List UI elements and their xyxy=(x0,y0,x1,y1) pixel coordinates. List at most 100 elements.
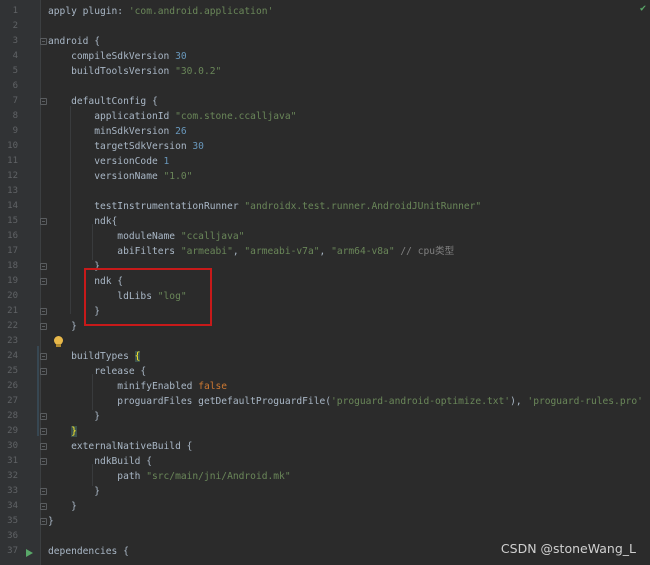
code-token: "androidx.test.runner.AndroidJUnitRunner… xyxy=(244,201,482,212)
code-text: } xyxy=(48,499,77,514)
fold-marker-icon[interactable] xyxy=(40,428,47,435)
lightbulb-icon[interactable] xyxy=(54,336,63,347)
code-text: } xyxy=(48,319,77,334)
fold-marker-icon[interactable] xyxy=(40,98,47,105)
fold-marker-icon[interactable] xyxy=(40,218,47,225)
code-line[interactable]: 6 xyxy=(0,79,650,94)
fold-marker-icon[interactable] xyxy=(40,413,47,420)
code-text: buildTypes { xyxy=(48,349,141,364)
code-token: release { xyxy=(48,366,147,377)
code-line[interactable]: 29 } xyxy=(0,424,650,439)
code-line[interactable]: 9 minSdkVersion 26 xyxy=(0,124,650,139)
code-text: ndk{ xyxy=(48,214,117,229)
line-number: 20 xyxy=(7,291,18,301)
code-line[interactable]: 5 buildToolsVersion "30.0.2" xyxy=(0,64,650,79)
code-token: } xyxy=(71,426,77,437)
line-number: 22 xyxy=(7,321,18,331)
code-token: 30 xyxy=(175,51,187,62)
code-token: buildToolsVersion xyxy=(48,66,176,77)
line-number: 32 xyxy=(7,471,18,481)
code-line[interactable]: 2 xyxy=(0,19,650,34)
code-token: moduleName xyxy=(48,231,181,242)
code-line[interactable]: 3 android { xyxy=(0,34,650,49)
code-line[interactable]: 1 apply plugin: 'com.android.application' xyxy=(0,4,650,19)
code-line[interactable]: 15 ndk{ xyxy=(0,214,650,229)
code-token: "armeabi" xyxy=(180,246,233,257)
fold-marker-icon[interactable] xyxy=(40,323,47,330)
run-gutter-icon[interactable] xyxy=(26,549,33,557)
code-line[interactable]: 8 applicationId "com.stone.ccalljava" xyxy=(0,109,650,124)
inspection-ok-icon[interactable]: ✔ xyxy=(640,4,646,14)
line-number: 3 xyxy=(12,36,18,46)
code-text: apply plugin: 'com.android.application' xyxy=(48,4,273,19)
line-number: 18 xyxy=(7,261,18,271)
fold-marker-icon[interactable] xyxy=(40,263,47,270)
code-token: } xyxy=(48,486,100,497)
code-text: } xyxy=(48,409,100,424)
code-line[interactable]: 30 externalNativeBuild { xyxy=(0,439,650,454)
code-token: } xyxy=(48,321,77,332)
code-text: ndkBuild { xyxy=(48,454,152,469)
code-line[interactable]: 24 buildTypes { xyxy=(0,349,650,364)
fold-marker-icon[interactable] xyxy=(40,38,47,45)
fold-marker-icon[interactable] xyxy=(40,353,47,360)
code-text: abiFilters "armeabi", "armeabi-v7a", "ar… xyxy=(48,244,454,259)
code-token: proguardFiles getDefaultProguardFile( xyxy=(48,396,332,407)
line-number: 9 xyxy=(12,126,18,136)
code-text: dependencies { xyxy=(48,544,129,559)
code-line[interactable]: 35} xyxy=(0,514,650,529)
code-line[interactable]: 28 } xyxy=(0,409,650,424)
code-editor[interactable]: 1 apply plugin: 'com.android.application'… xyxy=(0,0,650,565)
code-line[interactable]: 33 } xyxy=(0,484,650,499)
line-number: 28 xyxy=(7,411,18,421)
fold-marker-icon[interactable] xyxy=(40,308,47,315)
code-line[interactable]: 31 ndkBuild { xyxy=(0,454,650,469)
code-line[interactable]: 13 xyxy=(0,184,650,199)
code-token: versionCode xyxy=(48,156,164,167)
fold-marker-icon[interactable] xyxy=(40,518,47,525)
code-line[interactable]: 11 versionCode 1 xyxy=(0,154,650,169)
code-token: "com.stone.ccalljava" xyxy=(175,111,297,122)
fold-marker-icon[interactable] xyxy=(40,443,47,450)
code-line[interactable]: 14 testInstrumentationRunner "androidx.t… xyxy=(0,199,650,214)
code-token: ), xyxy=(510,396,528,407)
code-text: proguardFiles getDefaultProguardFile('pr… xyxy=(48,394,643,409)
code-text: } xyxy=(48,484,100,499)
line-number: 12 xyxy=(7,171,18,181)
fold-marker-icon[interactable] xyxy=(40,503,47,510)
code-line[interactable]: 23 xyxy=(0,334,650,349)
code-text: moduleName "ccalljava" xyxy=(48,229,244,244)
fold-marker-icon[interactable] xyxy=(40,278,47,285)
line-number: 34 xyxy=(7,501,18,511)
code-token: apply xyxy=(48,6,83,17)
code-text: versionName "1.0" xyxy=(48,169,192,184)
code-line[interactable]: 7 defaultConfig { xyxy=(0,94,650,109)
code-line[interactable]: 10 targetSdkVersion 30 xyxy=(0,139,650,154)
code-line[interactable]: 4 compileSdkVersion 30 xyxy=(0,49,650,64)
code-text: android { xyxy=(48,34,100,49)
code-token: versionName xyxy=(48,171,164,182)
code-line[interactable]: 34 } xyxy=(0,499,650,514)
fold-marker-icon[interactable] xyxy=(40,488,47,495)
code-line[interactable]: 25 release { xyxy=(0,364,650,379)
fold-marker-icon[interactable] xyxy=(40,458,47,465)
fold-marker-icon[interactable] xyxy=(40,368,47,375)
code-token: 30 xyxy=(192,141,204,152)
code-text: compileSdkVersion 30 xyxy=(48,49,187,64)
code-line[interactable]: 32 path "src/main/jni/Android.mk" xyxy=(0,469,650,484)
line-number: 16 xyxy=(7,231,18,241)
code-line[interactable]: 27 proguardFiles getDefaultProguardFile(… xyxy=(0,394,650,409)
line-number: 14 xyxy=(7,201,18,211)
annotation-highlight-box xyxy=(84,268,212,326)
code-token: android { xyxy=(48,36,100,47)
line-number: 15 xyxy=(7,216,18,226)
code-line[interactable]: 26 minifyEnabled false xyxy=(0,379,650,394)
code-token: { xyxy=(134,351,141,362)
code-token: ndk{ xyxy=(48,216,118,227)
line-number: 21 xyxy=(7,306,18,316)
code-line[interactable]: 17 abiFilters "armeabi", "armeabi-v7a", … xyxy=(0,244,650,259)
code-line[interactable]: 12 versionName "1.0" xyxy=(0,169,650,184)
code-token: , xyxy=(319,246,332,257)
code-line[interactable]: 16 moduleName "ccalljava" xyxy=(0,229,650,244)
code-text: externalNativeBuild { xyxy=(48,439,192,454)
